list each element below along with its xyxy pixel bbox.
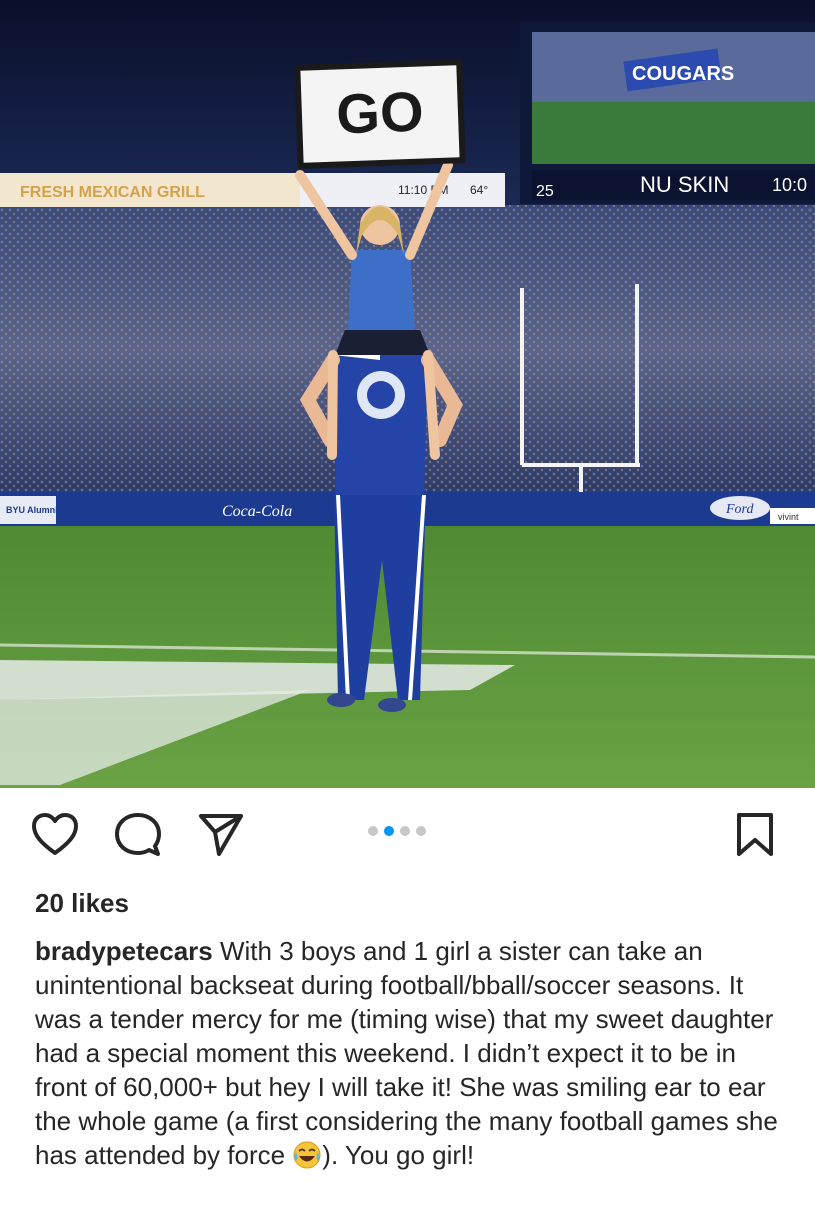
post-photo[interactable]: FRESH MEXICAN GRILL 11:10 PM 64° COUGARS… — [0, 0, 815, 788]
heart-icon — [32, 813, 78, 855]
send-icon — [199, 814, 243, 856]
banner-cocacola: Coca-Cola — [222, 503, 292, 520]
comment-button[interactable] — [113, 810, 163, 860]
carousel-indicator — [368, 826, 426, 836]
ribbon-temp: 64° — [470, 183, 488, 197]
post-caption: bradypetecars With 3 boys and 1 girl a s… — [35, 934, 795, 1172]
likes-count[interactable]: 20 likes — [35, 888, 129, 919]
save-button[interactable] — [730, 810, 780, 860]
carousel-dot — [400, 826, 410, 836]
scoreboard-left-number: 25 — [536, 183, 554, 200]
carousel-dot-active — [384, 826, 394, 836]
go-sign-text: GO — [335, 80, 424, 146]
carousel-dot — [368, 826, 378, 836]
stadium-scene: FRESH MEXICAN GRILL 11:10 PM 64° COUGARS… — [0, 0, 815, 788]
comment-icon — [115, 813, 161, 856]
caption-username[interactable]: bradypetecars — [35, 936, 213, 966]
caption-text-end: ). You go girl! — [322, 1140, 475, 1170]
laughing-tears-emoji-icon — [293, 1141, 321, 1169]
banner-ford: Ford — [725, 502, 754, 517]
carousel-dot — [416, 826, 426, 836]
banner-vivint: vivint — [778, 512, 799, 522]
ribbon-text: FRESH MEXICAN GRILL — [20, 184, 205, 201]
bookmark-icon — [737, 813, 773, 856]
go-sign: GO — [294, 59, 466, 169]
scoreboard-sponsor: NU SKIN — [640, 172, 729, 197]
jumbotron-text: COUGARS — [632, 63, 734, 85]
like-button[interactable] — [30, 810, 80, 860]
banner-byu-alumni: BYU Alumni — [6, 505, 58, 515]
share-button[interactable] — [196, 810, 246, 860]
scoreboard-score: 10:0 — [772, 175, 807, 195]
caption-text: With 3 boys and 1 girl a sister can take… — [35, 936, 778, 1170]
